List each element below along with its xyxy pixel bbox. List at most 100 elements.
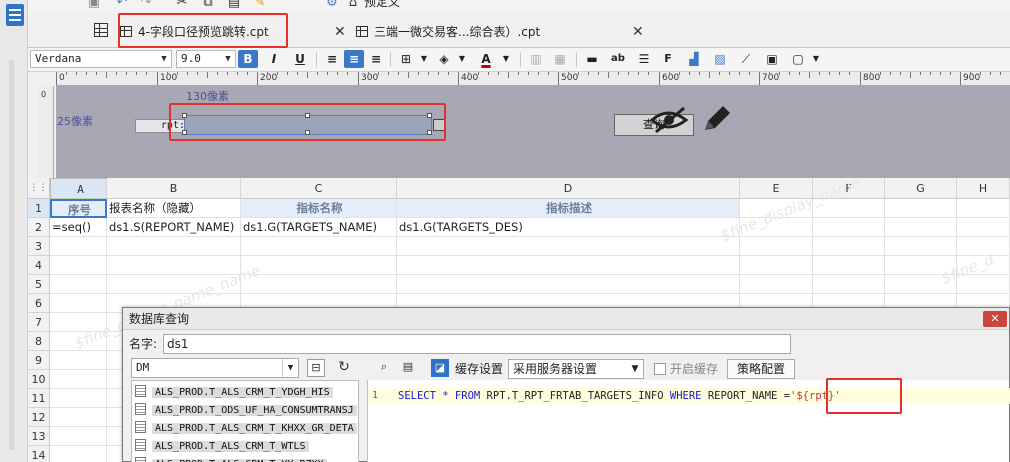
row-header-3[interactable]: 3 <box>28 237 50 256</box>
select-all-corner[interactable]: ⋮⋮ <box>28 178 50 199</box>
cell-d1[interactable]: 指标描述 <box>397 199 740 218</box>
cell-d2[interactable]: ds1.G(TARGETS_DES) <box>397 218 740 237</box>
enable-cache-checkbox[interactable] <box>654 363 666 375</box>
row-header-14[interactable]: 14 <box>28 446 50 462</box>
report-file-icon <box>120 26 132 37</box>
wrap-icon[interactable]: ☰ <box>634 50 654 68</box>
cell-a2[interactable]: =seq() <box>50 218 107 237</box>
predefine-label[interactable]: 预定义 <box>364 0 400 9</box>
underline-button[interactable]: U <box>290 50 310 68</box>
cell-c1[interactable]: 指标名称 <box>241 199 397 218</box>
row-header-9[interactable]: 9 <box>28 351 50 370</box>
row-header-6[interactable]: 6 <box>28 294 50 313</box>
close-icon[interactable]: ✕ <box>983 311 1007 327</box>
rpt-input[interactable] <box>182 113 445 135</box>
tab-label: 4-字段口径预览跳转.cpt <box>138 25 269 39</box>
border-icon[interactable]: ⊞ <box>396 50 416 68</box>
column-header-c[interactable]: C <box>241 178 397 199</box>
chevron-down-icon[interactable]: ▼ <box>452 50 472 68</box>
table-list-item[interactable]: ALS_PROD.T_ALS_CRM_T_YDGH_HIS <box>135 384 333 402</box>
row-header-13[interactable]: 13 <box>28 427 50 446</box>
image-icon[interactable]: ▨ <box>710 50 730 68</box>
formula-icon[interactable]: F <box>658 50 678 68</box>
row-header-7[interactable]: 7 <box>28 313 50 332</box>
column-header-b[interactable]: B <box>107 178 241 199</box>
table-list-item[interactable]: ALS_PROD.T_ALS_CRM_T_KHXX_GR_DETA <box>135 420 357 438</box>
align-left-icon[interactable]: ≡ <box>322 50 342 68</box>
tab-report-2[interactable]: 三端一微交易客...综合表）.cpt ✕ <box>356 18 656 48</box>
redo-icon[interactable]: ↷ <box>138 0 154 10</box>
table-list-item[interactable]: ALS_PROD.T_ALS_CRM_T_YY_RZXX <box>135 456 327 462</box>
italic-button[interactable]: I <box>264 50 284 68</box>
table-list-item[interactable]: ALS_PROD.T_ALS_CRM_T_WTLS <box>135 438 309 456</box>
app-logo-icon[interactable] <box>6 4 24 26</box>
print-icon[interactable]: ▤ <box>399 359 417 377</box>
table-name: ALS_PROD.T_ALS_CRM_T_KHXX_GR_DETA <box>152 423 357 434</box>
unmerge-cells-icon[interactable]: ▦ <box>550 50 570 68</box>
widget-icon[interactable]: ▣ <box>762 50 782 68</box>
bold-button[interactable]: B <box>238 50 258 68</box>
column-header-g[interactable]: G <box>885 178 957 199</box>
undo-icon[interactable]: ↶ <box>114 0 130 10</box>
cut-icon[interactable]: ✂ <box>174 0 190 10</box>
table-icon <box>135 439 146 451</box>
tab-report-1[interactable]: 4-字段口径预览跳转.cpt ✕ <box>120 18 372 48</box>
font-size-select[interactable]: 9.0 ▼ <box>176 50 236 68</box>
chevron-down-icon[interactable]: ▼ <box>806 50 826 68</box>
row-header-11[interactable]: 11 <box>28 389 50 408</box>
rail-scrollbar[interactable] <box>9 60 14 450</box>
edit-pencil-icon[interactable] <box>700 102 734 136</box>
slash-icon[interactable]: ⟋ <box>736 50 756 68</box>
grid-view-icon[interactable] <box>94 23 108 37</box>
font-family-select[interactable]: Verdana ▼ <box>30 50 172 68</box>
column-header-a[interactable]: A <box>50 178 107 199</box>
eye-off-icon[interactable] <box>648 104 694 134</box>
format-painter-icon[interactable]: ✎ <box>252 0 268 10</box>
fill-color-icon[interactable]: ◈ <box>434 50 454 68</box>
row-header-4[interactable]: 4 <box>28 256 50 275</box>
ruler-label: 800 <box>863 73 881 83</box>
copy-icon[interactable]: ⧉ <box>200 0 216 10</box>
row-header-1[interactable]: 1 <box>28 199 50 218</box>
table-search-icon[interactable]: ⊟ <box>307 359 325 377</box>
align-center-icon[interactable]: ≡ <box>344 50 364 68</box>
font-color-icon[interactable]: A <box>476 50 496 68</box>
close-icon[interactable]: ✕ <box>334 18 346 46</box>
frame-icon[interactable]: ▢ <box>788 50 808 68</box>
close-icon[interactable]: ✕ <box>632 18 644 46</box>
paste-icon[interactable]: ▤ <box>226 0 242 10</box>
cache-icon[interactable]: ◪ <box>431 359 449 377</box>
cache-select[interactable]: 采用服务器设置 ▼ <box>508 359 644 379</box>
plugin-icon[interactable]: ⚙ <box>324 0 340 10</box>
row-header-5[interactable]: 5 <box>28 275 50 294</box>
column-header-d[interactable]: D <box>397 178 740 199</box>
text-icon[interactable]: ab <box>608 50 628 68</box>
table-icon <box>135 385 146 397</box>
field-button-icon[interactable] <box>433 119 445 131</box>
table-list-item[interactable]: ALS_PROD.T_ODS_UF_HA_CONSUMTRANSJ <box>135 402 357 420</box>
chevron-down-icon[interactable]: ▼ <box>414 50 434 68</box>
row-header-2[interactable]: 2 <box>28 218 50 237</box>
preview-icon[interactable]: ⌕ <box>375 359 393 377</box>
cell-a1[interactable]: 序号 <box>50 199 107 218</box>
save-icon[interactable]: ▣ <box>86 0 102 10</box>
merge-cells-icon[interactable]: ▥ <box>526 50 546 68</box>
database-select[interactable]: DM ▼ <box>131 358 299 378</box>
sql-text[interactable]: SELECT * FROM RPT.T_RPT_FRTAB_TARGETS_IN… <box>398 388 841 404</box>
cell-b1[interactable]: 报表名称（隐藏） <box>107 199 241 218</box>
row-header-8[interactable]: 8 <box>28 332 50 351</box>
insert-row-icon[interactable]: ▬ <box>582 50 602 68</box>
chart-icon[interactable]: ▟ <box>684 50 704 68</box>
align-right-icon[interactable]: ≡ <box>366 50 386 68</box>
predefine-icon[interactable]: ⌂ <box>346 0 360 10</box>
refresh-icon[interactable]: ↻ <box>335 359 353 377</box>
column-header-h[interactable]: H <box>957 178 1010 199</box>
chevron-down-icon[interactable]: ▼ <box>496 50 516 68</box>
name-input[interactable]: ds1 <box>163 334 791 354</box>
row-header-10[interactable]: 10 <box>28 370 50 389</box>
sql-editor[interactable]: 1 SELECT * FROM RPT.T_RPT_FRTAB_TARGETS_… <box>367 378 1010 462</box>
cell-b2[interactable]: ds1.S(REPORT_NAME) <box>107 218 241 237</box>
cell-c2[interactable]: ds1.G(TARGETS_NAME) <box>241 218 397 237</box>
row-header-12[interactable]: 12 <box>28 408 50 427</box>
strategy-config-button[interactable]: 策略配置 <box>727 359 795 379</box>
